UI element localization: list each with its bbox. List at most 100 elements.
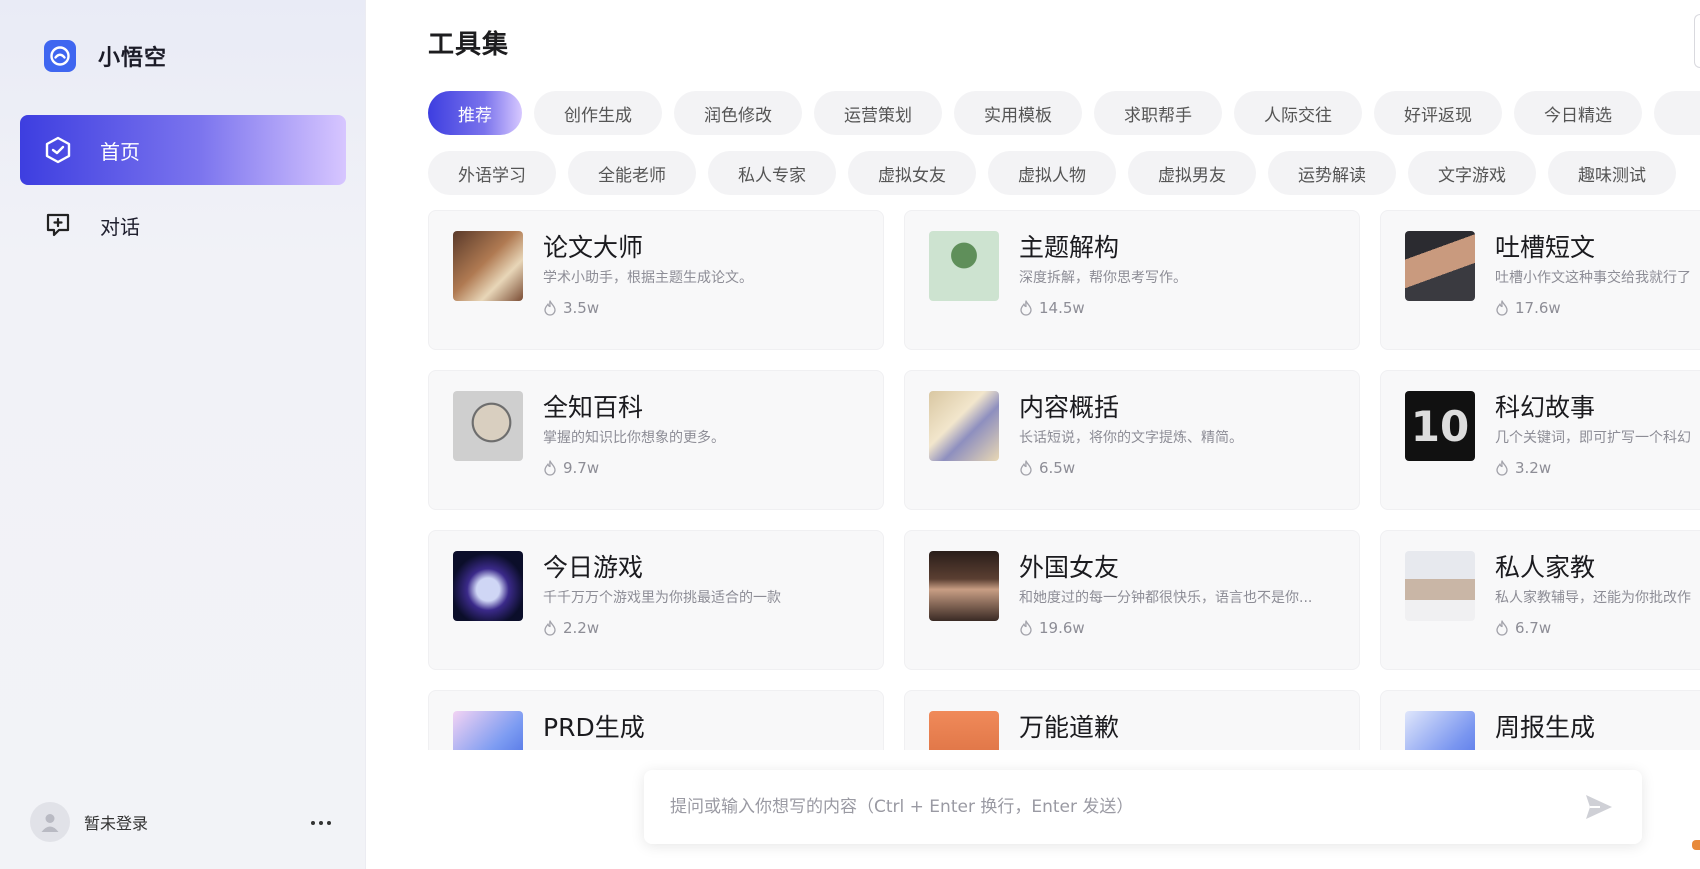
- tool-card[interactable]: 万能道歉: [904, 690, 1360, 750]
- tool-card[interactable]: 10 科幻故事 几个关键词，即可扩写一个科幻 3.2w: [1380, 370, 1700, 510]
- category-tab[interactable]: 全能老师: [568, 151, 696, 195]
- tool-usage: 14.5w: [1019, 299, 1187, 317]
- tool-usage: 2.2w: [543, 619, 781, 637]
- fire-icon: [1495, 460, 1509, 476]
- floating-helper-icon[interactable]: [1692, 840, 1700, 850]
- category-tab[interactable]: 虚拟人物: [988, 151, 1116, 195]
- tool-card[interactable]: 主题解构深度拆解，帮你思考写作。 14.5w: [904, 210, 1360, 350]
- fire-icon: [1019, 460, 1033, 476]
- category-tab[interactable]: 今日精选: [1514, 91, 1642, 135]
- tool-card-body: 全知百科 掌握的知识比你想象的更多。 9.7w: [543, 391, 725, 489]
- tool-thumbnail: [1405, 711, 1475, 750]
- category-tab[interactable]: 运势解读: [1268, 151, 1396, 195]
- tool-description: 私人家教辅导，还能为你批改作: [1495, 590, 1691, 606]
- tool-card-body: 今日游戏 千千万万个游戏里为你挑最适合的一款 2.2w: [543, 551, 781, 649]
- usage-count: 6.7w: [1515, 619, 1552, 637]
- tool-card-body: 主题解构深度拆解，帮你思考写作。 14.5w: [1019, 231, 1187, 329]
- dot-icon: [327, 821, 331, 825]
- tool-thumbnail: [929, 231, 999, 301]
- tool-description: 学术小助手，根据主题生成论文。: [543, 270, 753, 286]
- category-tab[interactable]: 外语学习: [428, 151, 556, 195]
- tool-card[interactable]: 内容概括 长话短说，将你的文字提炼、精简。 6.5w: [904, 370, 1360, 510]
- category-tab[interactable]: 实用模板: [954, 91, 1082, 135]
- tool-usage: 3.5w: [543, 299, 753, 317]
- fire-icon: [1495, 620, 1509, 636]
- tool-card-body: 论文大师学术小助手，根据主题生成论文。 3.5w: [543, 231, 753, 329]
- tool-title: 私人家教: [1495, 553, 1596, 582]
- side-panel-handle[interactable]: [1694, 14, 1700, 68]
- tool-usage: 3.2w: [1495, 459, 1691, 477]
- page-title: 工具集: [428, 30, 510, 60]
- tool-title: 外国女友: [1019, 553, 1120, 582]
- usage-count: 3.5w: [563, 299, 600, 317]
- tool-title: PRD生成: [543, 713, 645, 742]
- tool-card[interactable]: 周报生成: [1380, 690, 1700, 750]
- category-tab[interactable]: 趣味测试: [1548, 151, 1676, 195]
- tool-card[interactable]: 外国女友 和她度过的每一分钟都很快乐，语言也不是你... 19.6w: [904, 530, 1360, 670]
- tool-card[interactable]: 全知百科 掌握的知识比你想象的更多。 9.7w: [428, 370, 884, 510]
- send-button[interactable]: [1582, 790, 1616, 824]
- tool-grid-viewport[interactable]: 论文大师学术小助手，根据主题生成论文。 3.5w 主题解构深度拆解，帮你思考写作。 1…: [428, 210, 1700, 750]
- tool-title: 吐槽短文: [1495, 233, 1596, 262]
- usage-count: 14.5w: [1039, 299, 1085, 317]
- nav-item-chat[interactable]: 对话: [20, 190, 346, 260]
- tool-card-body: 万能道歉: [1019, 711, 1119, 750]
- nav-item-home[interactable]: 首页: [20, 115, 346, 185]
- avatar-icon: [30, 802, 70, 842]
- tool-title: 科幻故事: [1495, 393, 1596, 422]
- more-options-button[interactable]: [306, 808, 336, 838]
- sidebar: 小悟空 首页 对话 暂未登录: [0, 0, 366, 869]
- app-logo-icon: [44, 40, 76, 72]
- tool-thumbnail: [929, 391, 999, 461]
- chat-plus-icon: [44, 211, 72, 239]
- user-profile[interactable]: 暂未登录: [30, 802, 148, 842]
- tool-card[interactable]: 今日游戏 千千万万个游戏里为你挑最适合的一款 2.2w: [428, 530, 884, 670]
- fire-icon: [1019, 620, 1033, 636]
- category-tab[interactable]: 育: [1654, 91, 1700, 135]
- tool-title: 主题解构: [1019, 233, 1120, 262]
- tool-description: 深度拆解，帮你思考写作。: [1019, 270, 1187, 286]
- main-content: 工具集 推荐创作生成润色修改运营策划实用模板求职帮手人际交往好评返现今日精选育 …: [410, 0, 1700, 869]
- tool-usage: 19.6w: [1019, 619, 1312, 637]
- category-tab[interactable]: 好评返现: [1374, 91, 1502, 135]
- category-tab[interactable]: 求职帮手: [1094, 91, 1222, 135]
- tool-card[interactable]: 吐槽短文吐槽小作文这种事交给我就行了 17.6w: [1380, 210, 1700, 350]
- tool-usage: 17.6w: [1495, 299, 1691, 317]
- category-tab[interactable]: 创作生成: [534, 91, 662, 135]
- tool-thumbnail: [929, 711, 999, 750]
- tool-card-body: 吐槽短文吐槽小作文这种事交给我就行了 17.6w: [1495, 231, 1691, 329]
- fire-icon: [1019, 300, 1033, 316]
- category-tab[interactable]: 文字游戏: [1408, 151, 1536, 195]
- tool-card[interactable]: PRD PRD生成: [428, 690, 884, 750]
- tool-grid: 论文大师学术小助手，根据主题生成论文。 3.5w 主题解构深度拆解，帮你思考写作。 1…: [428, 210, 1700, 750]
- home-hex-icon: [44, 136, 72, 164]
- category-tab[interactable]: 人际交往: [1234, 91, 1362, 135]
- brand[interactable]: 小悟空: [44, 40, 167, 72]
- tool-title: 周报生成: [1495, 713, 1596, 742]
- dot-icon: [311, 821, 315, 825]
- tool-title: 论文大师: [543, 233, 644, 262]
- category-tab[interactable]: 润色修改: [674, 91, 802, 135]
- category-tab[interactable]: 推荐: [428, 91, 522, 135]
- category-tab[interactable]: 运营策划: [814, 91, 942, 135]
- nav-item-label: 首页: [100, 139, 140, 164]
- nav-item-label: 对话: [100, 214, 140, 239]
- fire-icon: [543, 460, 557, 476]
- fire-icon: [1495, 300, 1509, 316]
- tool-card[interactable]: 论文大师学术小助手，根据主题生成论文。 3.5w: [428, 210, 884, 350]
- fire-icon: [543, 300, 557, 316]
- tool-card-body: PRD生成: [543, 711, 645, 750]
- tool-usage: 6.7w: [1495, 619, 1691, 637]
- app-name: 小悟空: [98, 46, 168, 71]
- send-icon: [1586, 795, 1612, 819]
- usage-count: 19.6w: [1039, 619, 1085, 637]
- tool-card[interactable]: 私人家教私人家教辅导，还能为你批改作 6.7w: [1380, 530, 1700, 670]
- tool-thumbnail: PRD: [453, 711, 523, 750]
- category-tab[interactable]: 私人专家: [708, 151, 836, 195]
- category-tab[interactable]: 虚拟男友: [1128, 151, 1256, 195]
- fire-icon: [543, 620, 557, 636]
- tool-description: 吐槽小作文这种事交给我就行了: [1495, 270, 1691, 286]
- prompt-input[interactable]: [670, 797, 1582, 817]
- category-tab[interactable]: 虚拟女友: [848, 151, 976, 195]
- tool-title: 内容概括: [1019, 393, 1120, 422]
